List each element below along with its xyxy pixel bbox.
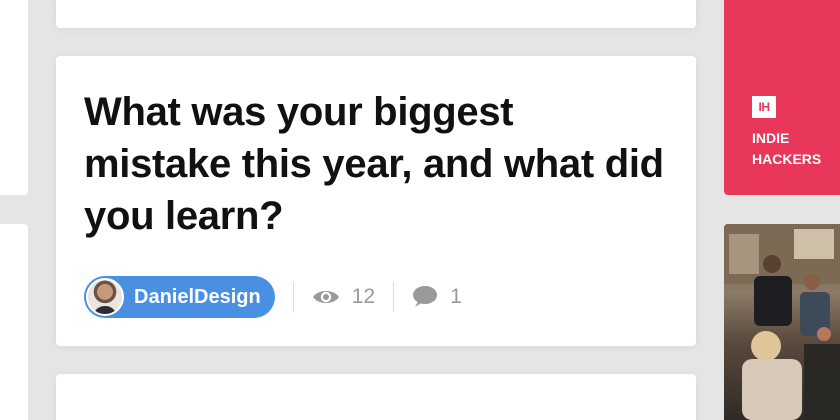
views-stat: 12 [312, 285, 375, 309]
left-card-stub-bottom [0, 224, 28, 420]
comments-stat[interactable]: 1 [412, 285, 462, 309]
meta-divider [292, 282, 294, 312]
promo-photo[interactable] [724, 224, 840, 420]
post-meta: DanielDesign 12 1 [84, 276, 462, 318]
brand-name: INDIE HACKERS [752, 128, 821, 170]
meta-divider [393, 282, 395, 312]
author-link[interactable]: DanielDesign [84, 276, 275, 318]
author-name: DanielDesign [134, 285, 261, 308]
eye-icon [312, 288, 340, 306]
post-title[interactable]: What was your biggest mistake this year,… [84, 86, 664, 242]
views-count: 12 [351, 285, 376, 308]
comments-count: 1 [450, 285, 462, 308]
avatar [86, 278, 124, 316]
feed-card-previous[interactable] [56, 0, 696, 28]
brand-line-2: HACKERS [752, 151, 822, 167]
promo-photo-scene [724, 224, 840, 420]
left-card-stub-top [0, 0, 28, 195]
indie-hackers-promo[interactable]: IH INDIE HACKERS [724, 0, 840, 195]
comment-icon [412, 285, 438, 309]
brand-line-1: INDIE [752, 130, 790, 146]
feed-card-next[interactable] [56, 374, 696, 420]
ih-logo-icon: IH [752, 96, 776, 118]
